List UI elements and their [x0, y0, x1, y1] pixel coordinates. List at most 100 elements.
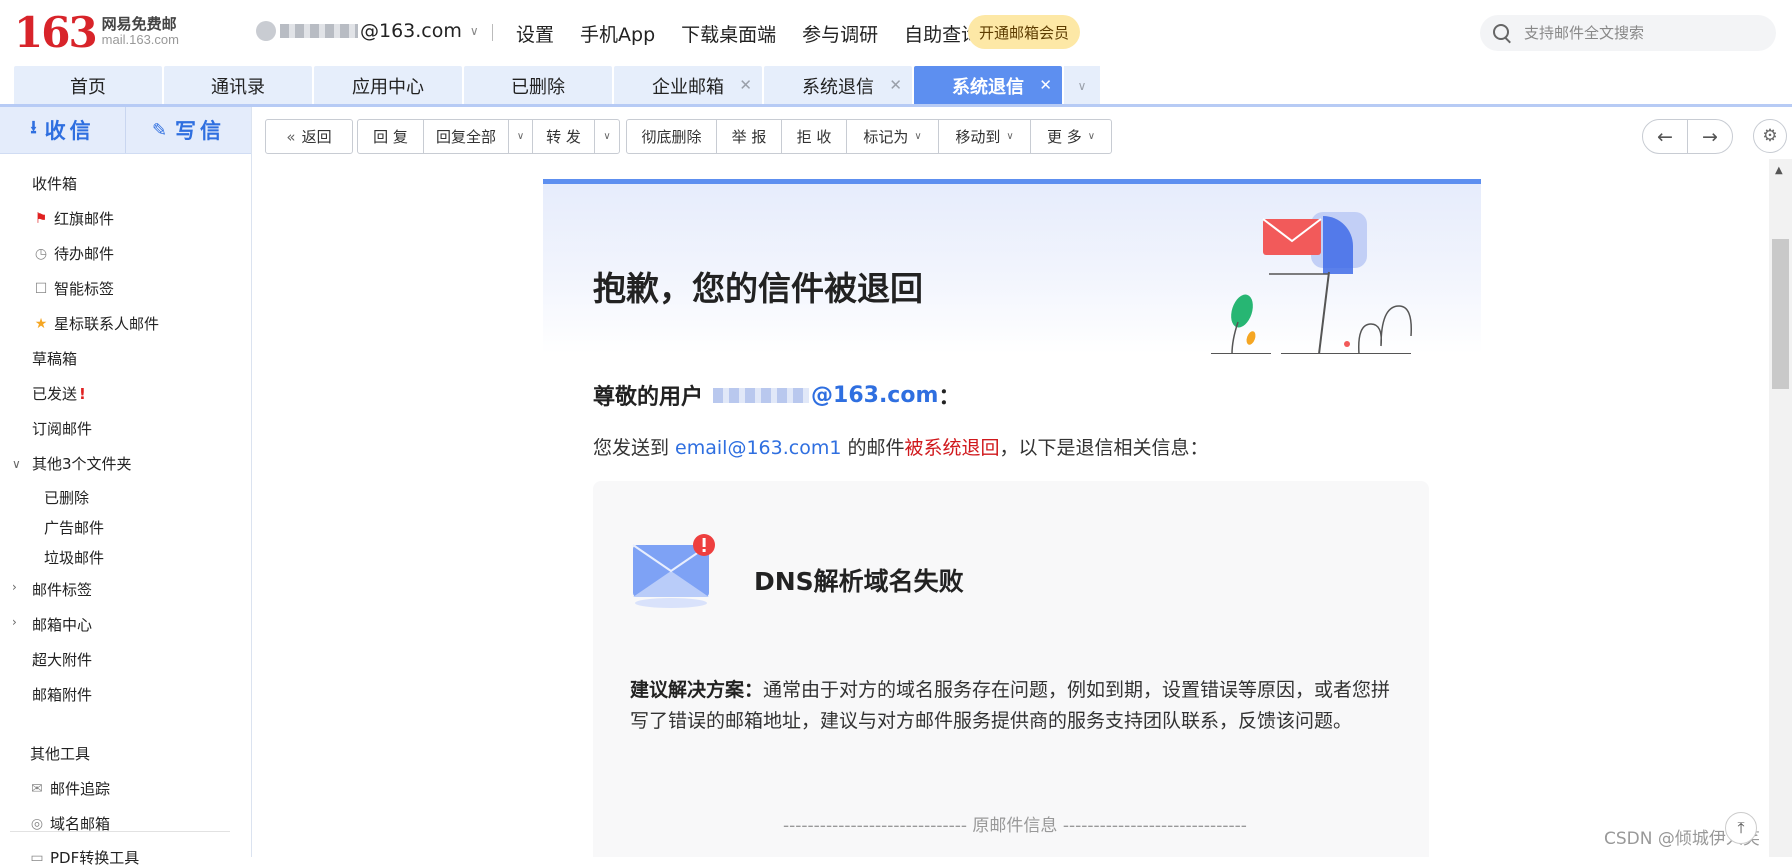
folder-label: 待办邮件	[54, 245, 115, 263]
scroll-up-arrow-icon[interactable]: ▲	[1775, 165, 1783, 176]
forward-button[interactable]: 转 发	[533, 120, 595, 153]
desc-mid: 的邮件	[841, 437, 905, 459]
delete-forever-button[interactable]: 彻底删除	[627, 120, 717, 153]
close-icon[interactable]: ✕	[889, 76, 902, 94]
scrollbar-thumb[interactable]	[1772, 239, 1789, 389]
mark-as-dropdown[interactable]: 标记为 ∨	[847, 120, 939, 153]
tab-contacts[interactable]: 通讯录	[164, 66, 312, 105]
logo[interactable]: 163 网易免费邮 mail.163.com	[14, 12, 179, 54]
nav-download-desktop[interactable]: 下载桌面端	[681, 20, 776, 47]
sidebar-item-big-attachments[interactable]: 超大附件	[32, 649, 92, 670]
advice-text: 建议解决方案：通常由于对方的域名服务存在问题，例如到期，设置错误等原因，或者您拼…	[630, 675, 1400, 737]
sidebar-item-other-tools[interactable]: 其他工具	[30, 743, 90, 764]
reply-all-button[interactable]: 回复全部	[424, 120, 509, 153]
compose-bar: ⭳ 收信 ✎ 写信	[0, 107, 251, 154]
logo-name: 网易免费邮	[101, 15, 177, 33]
sidebar-item-smart-tag[interactable]: ☐ 智能标签	[32, 278, 114, 299]
close-icon[interactable]: ✕	[739, 76, 752, 94]
pencil-icon: ✎	[151, 119, 168, 141]
mailbox-illustration	[1211, 212, 1412, 354]
back-to-top-icon[interactable]: ⤒	[1725, 812, 1757, 844]
nav-settings[interactable]: 设置	[516, 20, 554, 47]
tab-label: 首页	[70, 76, 106, 98]
back-group: « 返回	[265, 119, 353, 154]
mail-toolbar: « 返回 回 复 回复全部 ∨ 转 发 ∨ 彻底删除 举 报 拒 收 标记为 ∨ 移…	[253, 107, 1792, 159]
sidebar-item-todo[interactable]: ◷ 待办邮件	[32, 243, 114, 264]
reply-group: 回 复 回复全部 ∨ 转 发 ∨	[357, 119, 620, 154]
sidebar-item-mail-center[interactable]: 邮箱中心	[32, 614, 92, 635]
folder-label: 草稿箱	[32, 350, 78, 368]
recipient-link[interactable]: email@163.com1	[675, 437, 841, 459]
forward-dropdown-chevron-icon[interactable]: ∨	[595, 120, 619, 153]
move-to-label: 移动到	[955, 128, 1001, 146]
message-view: 抱歉，您的信件被退回 尊敬的用户 @163.com ： 您发送到 email@1…	[253, 159, 1769, 857]
write-mail-button[interactable]: ✎ 写信	[126, 107, 251, 153]
sidebar-item-flagged[interactable]: ⚑ 红旗邮件	[32, 208, 114, 229]
sidebar-item-inbox[interactable]: 收件箱	[32, 173, 77, 194]
message-scrollbar[interactable]: ▲	[1769, 159, 1792, 857]
greeting-colon: ：	[938, 385, 961, 410]
folder-label: 广告邮件	[44, 519, 105, 537]
greeting: 尊敬的用户 @163.com ：	[593, 379, 960, 411]
sidebar-item-ads[interactable]: 广告邮件	[44, 517, 104, 538]
reply-button[interactable]: 回 复	[358, 120, 424, 153]
chevron-down-icon: ∨	[469, 24, 479, 38]
more-dropdown[interactable]: 更 多 ∨	[1031, 120, 1111, 153]
search-box[interactable]	[1480, 15, 1776, 51]
vip-membership-button[interactable]: 开通邮箱会员	[968, 15, 1080, 49]
move-to-dropdown[interactable]: 移动到 ∨	[939, 120, 1031, 153]
tab-home[interactable]: 首页	[14, 66, 162, 105]
nav-survey[interactable]: 参与调研	[802, 20, 878, 47]
back-button[interactable]: « 返回	[266, 120, 352, 153]
tab-overflow-chevron-icon[interactable]: ∨	[1064, 66, 1100, 105]
sidebar-item-pdf-tool[interactable]: ▭ PDF转换工具	[28, 847, 139, 868]
gear-icon[interactable]: ⚙	[1753, 119, 1787, 153]
sidebar-item-sent[interactable]: 已发送!	[32, 383, 86, 404]
chevron-right-icon[interactable]: ›	[12, 580, 17, 594]
star-icon: ★	[34, 315, 48, 332]
account-switcher[interactable]: @163.com ∨	[256, 20, 479, 42]
nav-mobile-app[interactable]: 手机App	[580, 20, 655, 47]
sidebar-item-subscriptions[interactable]: 订阅邮件	[32, 418, 92, 439]
sidebar-item-domain-mail[interactable]: ◎ 域名邮箱	[28, 813, 110, 834]
tab-bounce-1[interactable]: 系统退信 ✕	[764, 66, 912, 105]
folder-label: 邮件标签	[32, 581, 93, 599]
sidebar-item-mail-tracking[interactable]: ✉ 邮件追踪	[28, 778, 110, 799]
chevron-down-icon: ∨	[1006, 131, 1014, 142]
search-input[interactable]	[1522, 23, 1762, 43]
prev-mail-arrow-left-icon[interactable]: ←	[1642, 119, 1688, 154]
chevron-down-icon[interactable]: ∨	[12, 457, 21, 471]
next-mail-arrow-right-icon[interactable]: →	[1687, 119, 1733, 154]
sidebar-item-drafts[interactable]: 草稿箱	[32, 348, 77, 369]
reject-button[interactable]: 拒 收	[782, 120, 847, 153]
tab-bounce-2-active[interactable]: 系统退信 ✕	[914, 66, 1062, 105]
avatar	[256, 21, 276, 41]
reply-all-dropdown-chevron-icon[interactable]: ∨	[509, 120, 533, 153]
tab-enterprise-mail[interactable]: 企业邮箱 ✕	[614, 66, 762, 105]
bounced-highlight: 被系统退回	[904, 437, 1000, 459]
sidebar-item-star-contacts[interactable]: ★ 星标联系人邮件	[32, 313, 159, 334]
sidebar-item-deleted[interactable]: 已删除	[44, 487, 89, 508]
tab-deleted[interactable]: 已删除	[464, 66, 612, 105]
sidebar-item-mail-tags[interactable]: 邮件标签	[32, 579, 92, 600]
sidebar-item-junk[interactable]: 垃圾邮件	[44, 547, 104, 568]
sidebar-item-attachments[interactable]: 邮箱附件	[32, 684, 92, 705]
greeting-email[interactable]: @163.com	[811, 383, 938, 408]
sidebar-item-other-folders[interactable]: 其他3个文件夹	[32, 453, 132, 474]
folder-label: 收件箱	[32, 175, 78, 193]
close-icon[interactable]: ✕	[1039, 76, 1052, 94]
chevron-down-icon: ∨	[1087, 131, 1096, 142]
logo-domain: mail.163.com	[101, 32, 179, 47]
actions-group: 彻底删除 举 报 拒 收 标记为 ∨ 移动到 ∨ 更 多 ∨	[626, 119, 1112, 154]
sidebar: ⭳ 收信 ✎ 写信 收件箱 ⚑ 红旗邮件 ◷ 待办邮件 ☐ 智能标签 ★ 星标联系人邮件…	[0, 107, 252, 867]
chevron-right-icon[interactable]: ›	[12, 615, 17, 629]
divider	[492, 24, 493, 41]
folder-label: 邮箱附件	[32, 686, 93, 704]
bounce-title: 抱歉，您的信件被退回	[593, 269, 923, 308]
tab-app-center[interactable]: 应用中心	[314, 66, 462, 105]
sent-alert-mark: !	[79, 384, 86, 403]
folder-label: 垃圾邮件	[44, 549, 105, 567]
folder-label: 红旗邮件	[54, 210, 115, 228]
report-button[interactable]: 举 报	[717, 120, 782, 153]
receive-mail-button[interactable]: ⭳ 收信	[0, 107, 126, 153]
